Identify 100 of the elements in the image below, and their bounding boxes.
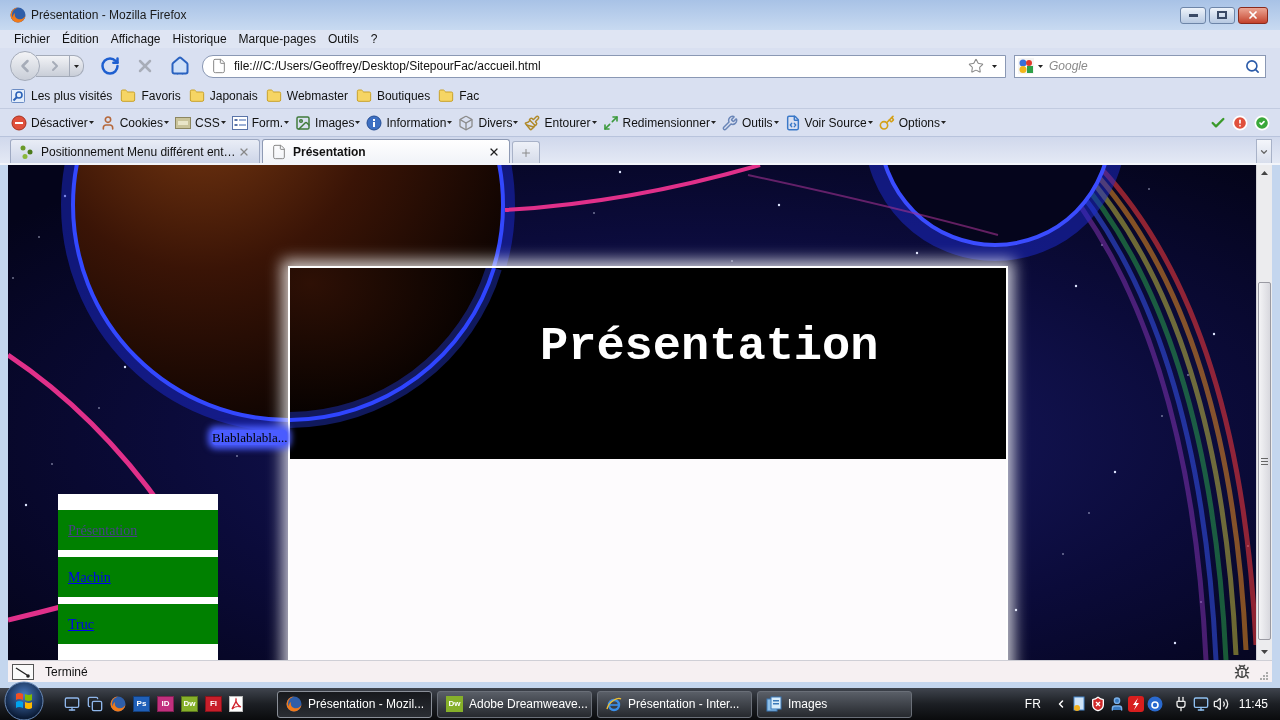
- toolbar-menu-button[interactable]: Information: [366, 113, 453, 132]
- bookmark-item[interactable]: Boutiques: [355, 87, 431, 105]
- dropdown-caret-icon: [1038, 64, 1043, 68]
- app-shortcut[interactable]: ID: [157, 696, 174, 712]
- minus-circle-icon: [11, 114, 27, 131]
- start-orb-icon: [4, 681, 44, 720]
- toolbar-menu-button[interactable]: Divers: [458, 113, 519, 132]
- star-icon[interactable]: [968, 58, 984, 74]
- toolbar-menu-button[interactable]: Images: [295, 113, 361, 132]
- magnifier-page-icon: [10, 88, 26, 104]
- speaker-icon[interactable]: [1212, 696, 1229, 712]
- tile-icon: [175, 116, 192, 129]
- app-icon: Dw: [446, 696, 463, 712]
- menu-item[interactable]: Marque-pages: [238, 33, 316, 45]
- cube-icon: [458, 114, 475, 131]
- minimize-button[interactable]: [1180, 6, 1206, 24]
- status-text: Terminé: [45, 663, 88, 681]
- dropdown-caret-icon: [447, 121, 453, 124]
- overlapping-squares-icon[interactable]: [87, 696, 103, 712]
- down-triangle-icon: [1261, 650, 1268, 654]
- clock[interactable]: 11:45: [1238, 695, 1268, 713]
- toolbar-menu-button[interactable]: Redimensionner: [602, 113, 716, 132]
- dropdown-caret-icon: [88, 121, 94, 124]
- dropdown-caret-icon: [710, 121, 716, 124]
- dropdown-caret-icon: [992, 64, 997, 68]
- monitor-icon[interactable]: [64, 696, 80, 712]
- browser-logo-icon: [110, 696, 126, 712]
- folder-icon: [438, 88, 455, 104]
- taskbar-button[interactable]: Présentation - Mozil...: [277, 690, 432, 718]
- toolbar-menu-button[interactable]: Voir Source: [784, 113, 873, 132]
- dropdown-caret-icon: [513, 121, 519, 124]
- reload-icon: [99, 56, 120, 76]
- language-indicator[interactable]: FR: [1024, 695, 1041, 713]
- tab[interactable]: Présentation: [262, 139, 510, 163]
- app-shortcut[interactable]: Ps: [133, 696, 150, 712]
- menu-item[interactable]: Historique: [172, 33, 227, 45]
- browser-shortcut[interactable]: [110, 696, 126, 712]
- toolbar-menu-button[interactable]: Options: [878, 113, 946, 132]
- address-field[interactable]: file:///C:/Users/Geoffrey/Desktop/SitepourFac/accueil.html: [202, 54, 1006, 78]
- code-page-icon: [784, 114, 801, 131]
- document-icon[interactable]: [229, 696, 243, 712]
- toolbar-menu-button[interactable]: Outils: [721, 113, 779, 132]
- maximize-icon: [1217, 11, 1227, 19]
- maximize-button[interactable]: [1209, 6, 1235, 24]
- search-field[interactable]: Google: [1014, 54, 1266, 78]
- menu-item[interactable]: Édition: [62, 33, 99, 45]
- home-icon: [170, 56, 191, 76]
- app-shortcut[interactable]: Fl: [205, 696, 222, 712]
- resize-arrows-icon: [602, 114, 619, 131]
- history-dropdown-button[interactable]: [70, 55, 84, 77]
- menu-item[interactable]: Affichage: [110, 33, 161, 45]
- dropdown-caret-icon: [74, 64, 79, 68]
- info-icon: [366, 114, 383, 131]
- bug-icon[interactable]: [1234, 663, 1250, 680]
- alert-icon[interactable]: [1232, 114, 1248, 131]
- close-icon: [1247, 9, 1259, 21]
- flash-icon[interactable]: [1127, 696, 1144, 712]
- paintbrush-icon: [524, 114, 541, 131]
- toolbar-menu-button[interactable]: Désactiver: [11, 113, 94, 132]
- folder-icon: [120, 88, 137, 104]
- plus-icon: [520, 146, 532, 159]
- toolbar-menu-button[interactable]: Form.: [231, 113, 290, 132]
- dropdown-caret-icon: [164, 121, 170, 124]
- scrollbar-thumb[interactable]: [1258, 282, 1271, 640]
- ring-icon[interactable]: [1146, 696, 1163, 712]
- bookmark-item[interactable]: Japonais: [188, 87, 258, 105]
- shield-icon[interactable]: [1089, 696, 1106, 712]
- search-icon[interactable]: [1245, 58, 1260, 74]
- menu-item[interactable]: Fichier: [14, 33, 50, 45]
- resize-grip-icon: [1258, 670, 1268, 680]
- menu-item[interactable]: ?: [370, 33, 378, 45]
- toolbar-menu-button[interactable]: Cookies: [99, 113, 170, 132]
- start-button[interactable]: [4, 681, 44, 720]
- bookmark-item[interactable]: Fac: [438, 87, 480, 105]
- toolbar-menu-button[interactable]: Entourer: [524, 113, 597, 132]
- dropdown-caret-icon: [591, 121, 597, 124]
- folder-icon: [265, 88, 282, 104]
- dropdown-caret-icon: [355, 121, 361, 124]
- page-title: Présentation: [540, 323, 879, 370]
- bookmark-item[interactable]: Les plus visités: [10, 87, 113, 105]
- close-button[interactable]: [1238, 6, 1268, 24]
- taskbar-button[interactable]: Images: [757, 690, 912, 718]
- grip-icon: [1261, 457, 1268, 465]
- browser-logo-icon: [10, 7, 26, 23]
- dropdown-caret-icon: [941, 121, 946, 124]
- taskbar-button[interactable]: Présentation - Inter...: [597, 690, 752, 718]
- bookmark-item[interactable]: Favoris: [120, 87, 181, 105]
- toolbar-menu-button[interactable]: CSS: [175, 113, 226, 132]
- taskbar-button[interactable]: Dw Adobe Dreamweave...: [437, 690, 592, 718]
- bookmark-item[interactable]: Webmaster: [265, 87, 348, 105]
- monitor-icon[interactable]: [1192, 696, 1209, 712]
- tab[interactable]: Positionnement Menu différent ent…: [10, 139, 260, 163]
- key-icon: [878, 114, 895, 131]
- window-title: Présentation - Mozilla Firefox: [31, 7, 187, 24]
- menu-item[interactable]: Outils: [327, 33, 359, 45]
- folder-icon: [188, 88, 205, 104]
- check-circle-icon[interactable]: [1254, 114, 1270, 131]
- dots-icon: [19, 143, 35, 160]
- up-triangle-icon: [1261, 171, 1268, 175]
- search-engine-icon[interactable]: [1018, 58, 1034, 74]
